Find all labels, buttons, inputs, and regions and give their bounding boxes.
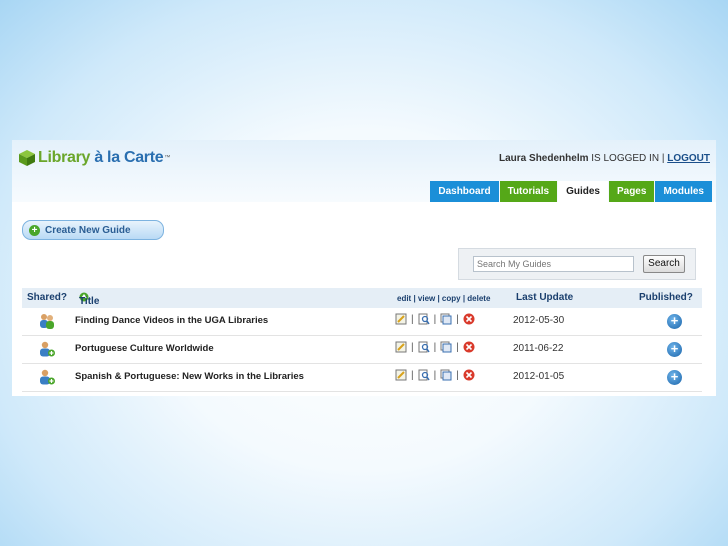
- tab-pages[interactable]: Pages: [608, 181, 655, 202]
- copy-icon[interactable]: [440, 369, 452, 381]
- search-button[interactable]: Search: [643, 255, 685, 273]
- trademark-mark: ™: [164, 155, 171, 161]
- delete-icon[interactable]: [463, 341, 475, 353]
- share-user-add-icon[interactable]: [38, 340, 56, 358]
- logo-wordmark: Library à la Carte: [38, 149, 164, 167]
- user-name: Laura Shedenhelm: [499, 153, 589, 164]
- logout-link[interactable]: LOGOUT: [667, 153, 710, 164]
- logged-in-text: IS LOGGED IN |: [591, 153, 665, 164]
- publish-plus-icon[interactable]: +: [667, 314, 682, 329]
- copy-icon[interactable]: [440, 341, 452, 353]
- logo-word-alacarte: à la Carte: [94, 149, 164, 166]
- main-tabs: Dashboard Tutorials Guides Pages Modules: [429, 181, 712, 202]
- table-row: Finding Dance Videos in the UGA Librarie…: [22, 308, 702, 336]
- search-panel: Search: [458, 248, 696, 280]
- separator: |: [456, 369, 459, 381]
- create-new-guide-label: Create New Guide: [45, 224, 131, 236]
- separator: |: [456, 341, 459, 353]
- login-status: Laura Shedenhelm IS LOGGED IN | LOGOUT: [499, 153, 710, 164]
- row-actions: | | |: [395, 313, 475, 325]
- col-shared: Shared?: [27, 292, 68, 303]
- share-user-add-icon[interactable]: [38, 368, 56, 386]
- cube-logo-icon: [19, 150, 35, 166]
- guide-title-link[interactable]: Portuguese Culture Worldwide: [75, 343, 214, 354]
- guide-title-link[interactable]: Spanish & Portuguese: New Works in the L…: [75, 371, 304, 382]
- app-window: Library à la Carte ™ Laura Shedenhelm IS…: [12, 140, 716, 396]
- last-update-date: 2011-06-22: [513, 343, 564, 354]
- col-last-update: Last Update: [516, 292, 574, 303]
- col-title-label: Title: [79, 296, 100, 307]
- share-users-icon[interactable]: [38, 312, 56, 330]
- tab-dashboard[interactable]: Dashboard: [430, 181, 499, 202]
- last-update-date: 2012-01-05: [513, 371, 565, 382]
- separator: |: [433, 313, 437, 325]
- table-row: Portuguese Culture Worldwide | | | 2011-…: [22, 336, 702, 364]
- delete-icon[interactable]: [463, 369, 475, 381]
- copy-icon[interactable]: [440, 313, 452, 325]
- app-logo[interactable]: Library à la Carte ™: [18, 148, 170, 168]
- separator: |: [411, 313, 414, 325]
- separator: |: [456, 313, 459, 325]
- plus-circle-icon: +: [29, 224, 40, 236]
- row-actions: | | |: [395, 341, 475, 353]
- table-header: Shared? Title edit | view | copy | delet…: [22, 288, 702, 308]
- view-icon[interactable]: [418, 369, 430, 381]
- publish-plus-icon[interactable]: +: [667, 370, 682, 385]
- edit-icon[interactable]: [395, 341, 407, 353]
- col-actions: edit | view | copy | delete: [397, 294, 491, 303]
- row-actions: | | |: [395, 369, 475, 381]
- tab-tutorials[interactable]: Tutorials: [499, 181, 558, 202]
- create-new-guide-button[interactable]: + Create New Guide: [22, 220, 164, 240]
- tab-guides[interactable]: Guides: [558, 181, 608, 202]
- edit-icon[interactable]: [395, 313, 407, 325]
- logo-word-library: Library: [38, 149, 91, 166]
- publish-plus-icon[interactable]: +: [667, 342, 682, 357]
- edit-icon[interactable]: [395, 369, 407, 381]
- table-row: Spanish & Portuguese: New Works in the L…: [22, 364, 702, 392]
- separator: |: [411, 369, 414, 381]
- view-icon[interactable]: [418, 341, 430, 353]
- separator: |: [433, 369, 437, 381]
- header-bar: Library à la Carte ™ Laura Shedenhelm IS…: [12, 140, 716, 202]
- view-icon[interactable]: [418, 313, 430, 325]
- delete-icon[interactable]: [463, 313, 475, 325]
- separator: |: [411, 341, 414, 353]
- guide-title-link[interactable]: Finding Dance Videos in the UGA Librarie…: [75, 315, 268, 326]
- search-input[interactable]: [473, 256, 634, 272]
- col-published: Published?: [639, 292, 693, 303]
- tab-modules[interactable]: Modules: [655, 181, 712, 202]
- separator: |: [433, 341, 437, 353]
- col-title[interactable]: Title: [79, 292, 99, 307]
- last-update-date: 2012-05-30: [513, 315, 565, 326]
